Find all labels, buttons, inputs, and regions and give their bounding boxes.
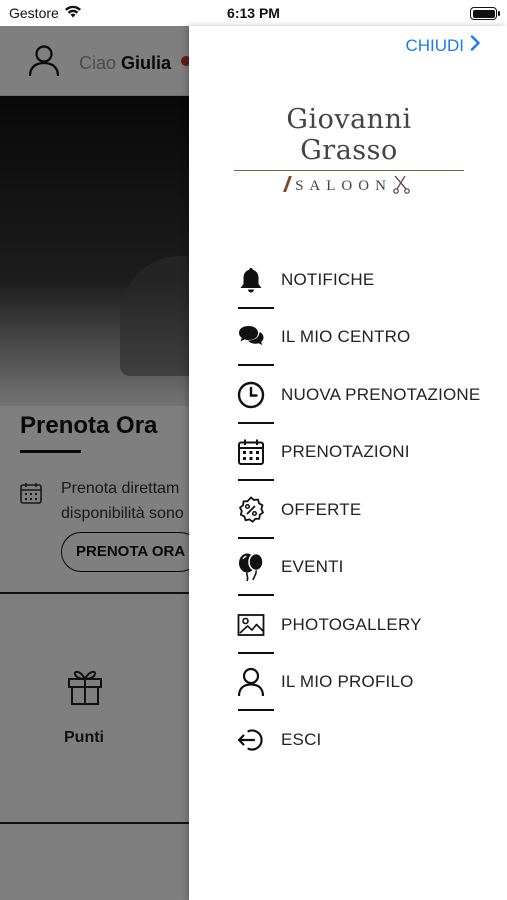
clock-icon — [236, 380, 266, 410]
menu-item-nuova-prenotazione[interactable]: NUOVA PRENOTAZIONE — [236, 366, 486, 424]
menu-item-il-mio-profilo[interactable]: IL MIO PROFILO — [236, 654, 486, 711]
menu-label: PRENOTAZIONI — [281, 442, 410, 462]
menu-label: NOTIFICHE — [281, 269, 375, 289]
balloons-icon — [236, 552, 266, 582]
menu-label: IL MIO PROFILO — [281, 672, 414, 692]
menu-label: EVENTI — [281, 557, 344, 577]
side-drawer: CHIUDI Giovanni Grasso SALOON NOTIFICHE … — [189, 26, 507, 900]
logo-rule — [234, 170, 464, 171]
calendar-icon — [236, 437, 266, 467]
menu-label: ESCI — [281, 729, 322, 749]
menu-item-prenotazioni[interactable]: PRENOTAZIONI — [236, 424, 486, 481]
chevron-right-icon — [470, 35, 480, 56]
status-time: 6:13 PM — [227, 5, 280, 21]
logo-subtitle: SALOON — [295, 178, 392, 194]
menu-label: IL MIO CENTRO — [281, 327, 411, 347]
menu-item-offerte[interactable]: OFFERTE — [236, 481, 486, 539]
brand-logo: Giovanni Grasso SALOON — [234, 104, 464, 199]
razor-mark-icon — [283, 176, 292, 192]
menu-item-notifiche[interactable]: NOTIFICHE — [236, 251, 486, 309]
user-icon — [236, 667, 266, 697]
close-label: CHIUDI — [405, 35, 464, 55]
scissors-icon — [392, 174, 412, 199]
image-icon — [236, 610, 266, 640]
drawer-menu: NOTIFICHE IL MIO CENTRO NUOVA PRENOTAZIO… — [236, 251, 486, 769]
battery-icon — [470, 7, 500, 20]
menu-label: OFFERTE — [281, 499, 362, 519]
menu-item-esci[interactable]: ESCI — [236, 711, 486, 769]
chat-bubbles-icon — [236, 322, 266, 352]
menu-item-eventi[interactable]: EVENTI — [236, 539, 486, 596]
discount-badge-icon — [236, 495, 266, 525]
logo-name: Giovanni Grasso — [286, 104, 412, 166]
status-bar: Gestore 6:13 PM — [0, 0, 507, 26]
close-button[interactable]: CHIUDI — [405, 35, 480, 56]
menu-item-photogallery[interactable]: PHOTOGALLERY — [236, 596, 486, 654]
menu-label: NUOVA PRENOTAZIONE — [281, 384, 481, 404]
logout-icon — [236, 725, 266, 755]
bell-icon — [236, 265, 266, 295]
menu-item-il-mio-centro[interactable]: IL MIO CENTRO — [236, 309, 486, 366]
menu-label: PHOTOGALLERY — [281, 614, 422, 634]
